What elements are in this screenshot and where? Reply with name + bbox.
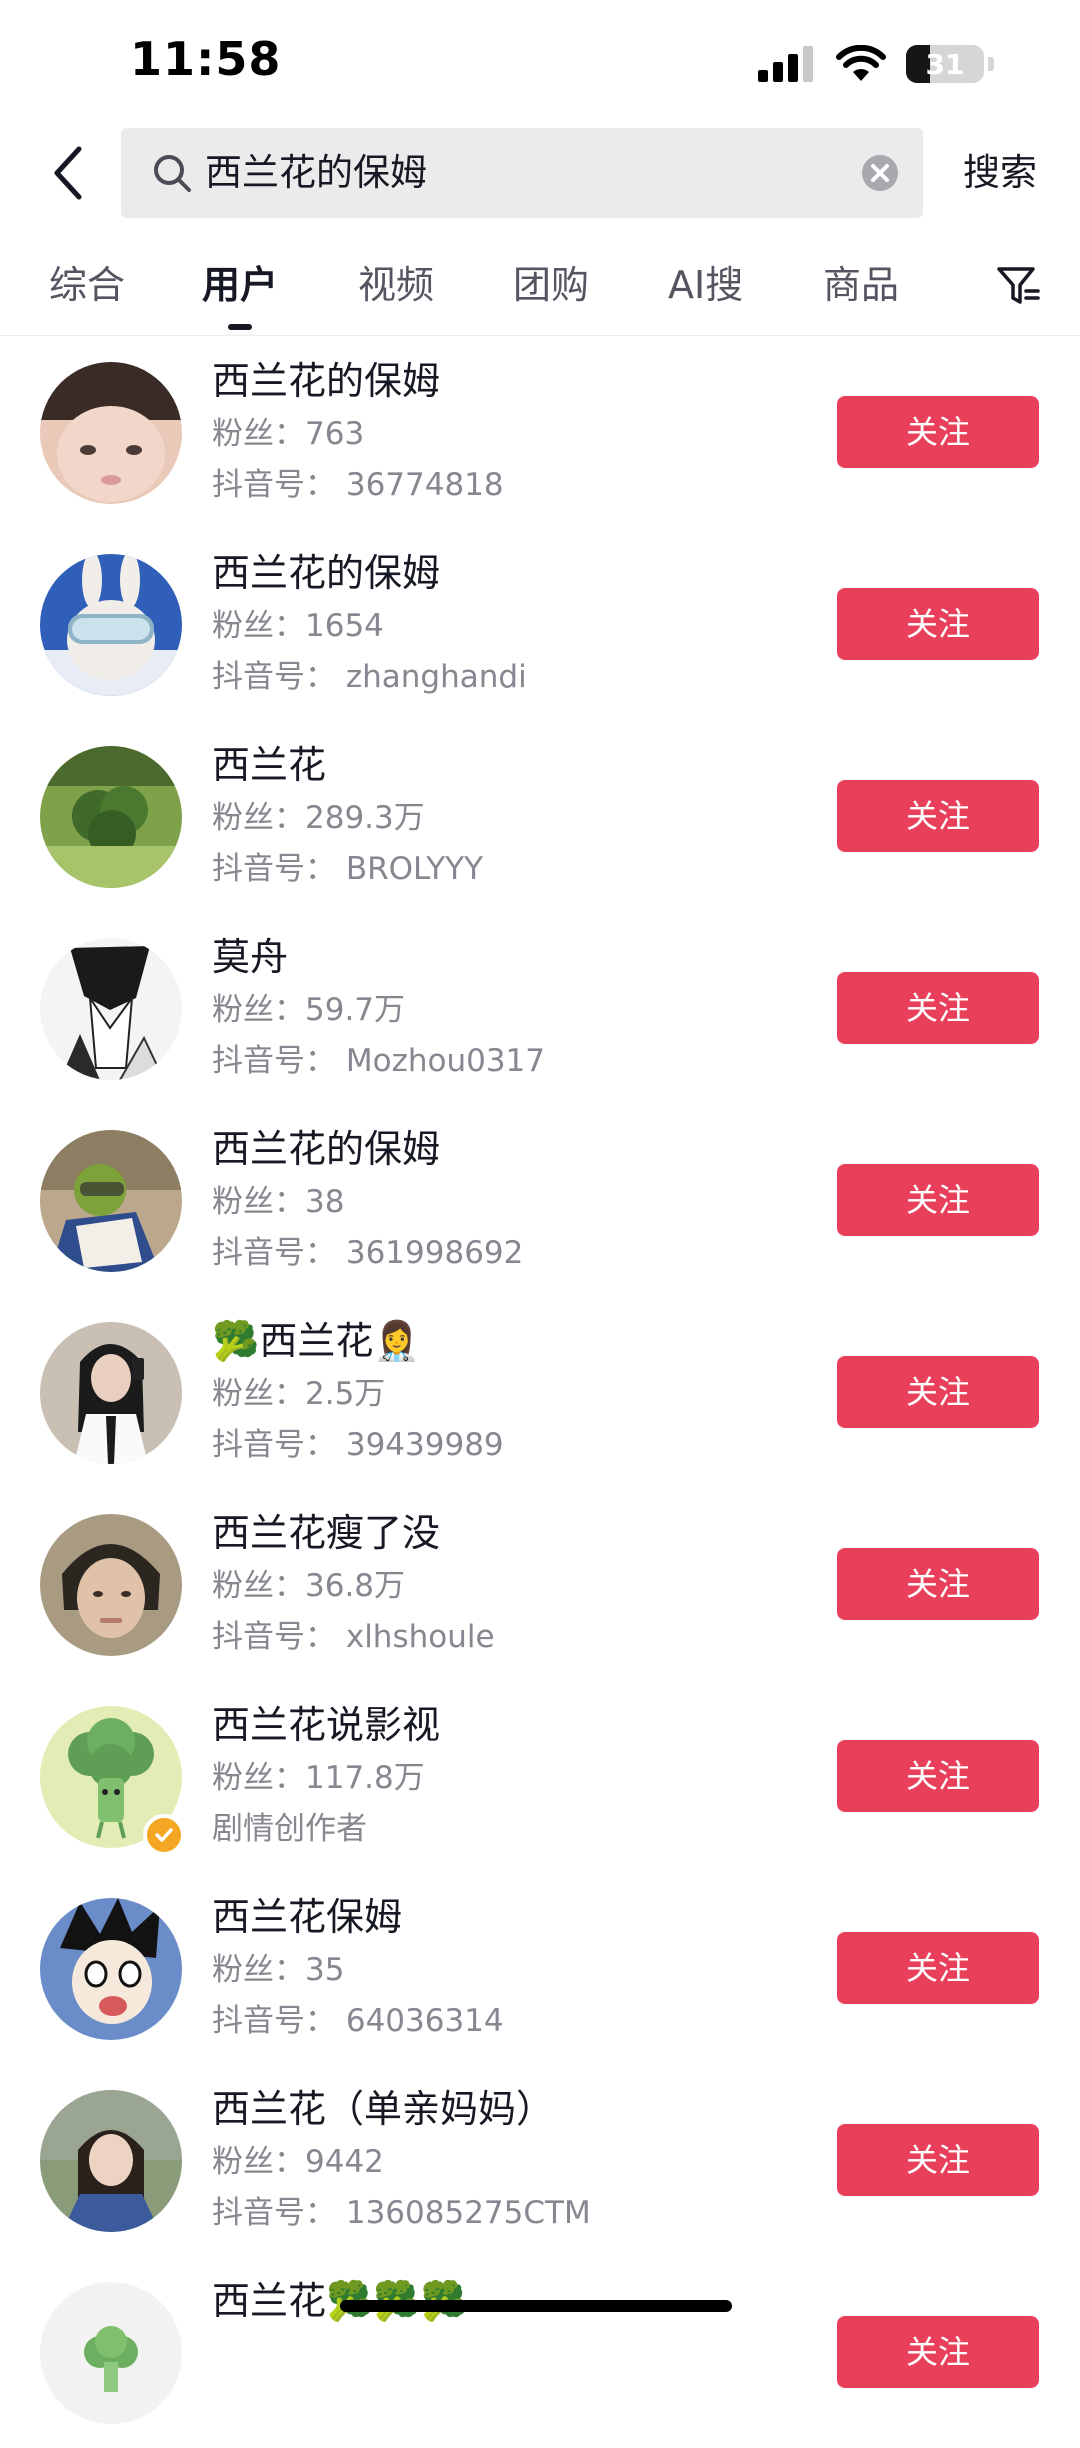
user-row[interactable]: 西兰花的保姆 粉丝：763 抖音号： 36774818 关注 [0,336,1080,528]
user-avatar[interactable] [40,1322,182,1464]
tab-comprehensive[interactable]: 综合 [49,240,125,330]
follow-button[interactable]: 关注 [837,1740,1039,1812]
user-name: 🥦西兰花👩‍⚕️ [212,1319,421,1363]
user-avatar[interactable] [40,2090,182,2232]
user-fans: 粉丝：1654 [212,608,384,644]
tab-videos[interactable]: 视频 [358,240,434,330]
tab-users[interactable]: 用户 [202,240,278,330]
wifi-icon [836,45,886,81]
user-avatar[interactable] [40,1130,182,1272]
status-icons: 31 [758,42,994,86]
follow-button[interactable]: 关注 [837,2124,1039,2196]
follow-button[interactable]: 关注 [837,1548,1039,1620]
search-bar-row: 西兰花的保姆 搜索 [0,126,1080,220]
battery-icon: 31 [906,45,984,83]
back-arrow-icon [54,146,82,200]
user-douyin-id: 抖音号： 361998692 [212,1235,524,1271]
active-tab-indicator [228,324,252,330]
user-avatar[interactable] [40,362,182,504]
user-row[interactable]: 🥦西兰花👩‍⚕️ 粉丝：2.5万 抖音号： 39439989 关注 [0,1296,1080,1488]
user-avatar[interactable] [40,938,182,1080]
user-name: 西兰花（单亲妈妈） [212,2087,555,2131]
user-name: 西兰花的保姆 [212,551,441,595]
user-douyin-id: 抖音号： 64036314 [212,2003,504,2039]
user-avatar[interactable] [40,1898,182,2040]
battery-level: 31 [925,47,965,81]
user-douyin-id: 抖音号： 136085275CTM [212,2195,591,2231]
tab-products[interactable]: 商品 [823,240,899,330]
search-query-text: 西兰花的保姆 [205,151,427,194]
user-fans: 粉丝：763 [212,416,365,452]
follow-button[interactable]: 关注 [837,780,1039,852]
clear-icon[interactable] [861,154,899,192]
user-fans: 粉丝：2.5万 [212,1376,386,1412]
user-creator-tag: 剧情创作者 [212,1811,367,1847]
user-avatar[interactable] [40,554,182,696]
user-fans: 粉丝：35 [212,1952,345,1988]
follow-button[interactable]: 关注 [837,2316,1039,2388]
user-douyin-id: 抖音号： 39439989 [212,1427,504,1463]
user-row[interactable]: 西兰花 粉丝：289.3万 抖音号： BROLYYY 关注 [0,720,1080,912]
user-name: 西兰花瘦了没 [212,1511,441,1555]
search-button[interactable]: 搜索 [963,126,1037,220]
user-douyin-id: 抖音号： BROLYYY [212,851,484,887]
search-input[interactable]: 西兰花的保姆 [121,128,923,218]
user-row[interactable]: 西兰花🥦🥦🥦 关注 [0,2256,1080,2448]
user-fans: 粉丝：289.3万 [212,800,425,836]
user-fans: 粉丝：38 [212,1184,345,1220]
user-row[interactable]: 莫舟 粉丝：59.7万 抖音号： Mozhou0317 关注 [0,912,1080,1104]
user-fans: 粉丝：117.8万 [212,1760,425,1796]
user-avatar[interactable] [40,1514,182,1656]
user-douyin-id: 抖音号： xlhshoule [212,1619,495,1655]
tab-ai-search[interactable]: AI搜 [668,240,743,330]
user-name: 西兰花 [212,743,327,787]
follow-button[interactable]: 关注 [837,588,1039,660]
user-row[interactable]: 西兰花瘦了没 粉丝：36.8万 抖音号： xlhshoule 关注 [0,1488,1080,1680]
user-fans: 粉丝：9442 [212,2144,384,2180]
user-name: 莫舟 [212,935,289,979]
follow-button[interactable]: 关注 [837,972,1039,1044]
battery-cap [988,57,994,71]
filter-icon[interactable] [996,264,1040,308]
user-fans: 粉丝：36.8万 [212,1568,406,1604]
user-avatar[interactable] [40,2282,182,2424]
user-avatar[interactable] [40,746,182,888]
follow-button[interactable]: 关注 [837,1932,1039,2004]
follow-button[interactable]: 关注 [837,396,1039,468]
back-button[interactable] [40,144,98,202]
user-name: 西兰花保姆 [212,1895,403,1939]
follow-button[interactable]: 关注 [837,1164,1039,1236]
search-icon [154,155,191,192]
user-fans: 粉丝：59.7万 [212,992,406,1028]
follow-button[interactable]: 关注 [837,1356,1039,1428]
user-douyin-id: 抖音号： Mozhou0317 [212,1043,545,1079]
verified-badge-icon [143,1814,185,1856]
home-indicator [340,2300,732,2312]
user-name: 西兰花说影视 [212,1703,441,1747]
status-bar: 11:58 31 [0,0,1080,120]
user-name: 西兰花的保姆 [212,359,441,403]
user-row[interactable]: 西兰花的保姆 粉丝：1654 抖音号： zhanghandi 关注 [0,528,1080,720]
user-row[interactable]: 西兰花的保姆 粉丝：38 抖音号： 361998692 关注 [0,1104,1080,1296]
user-douyin-id: 抖音号： zhanghandi [212,659,527,695]
user-row[interactable]: 西兰花（单亲妈妈） 粉丝：9442 抖音号： 136085275CTM 关注 [0,2064,1080,2256]
cellular-signal-icon [758,46,813,82]
status-time: 11:58 [130,32,282,86]
user-douyin-id: 抖音号： 36774818 [212,467,504,503]
user-name: 西兰花的保姆 [212,1127,441,1171]
category-tabs: 综合 用户 视频 团购 AI搜 商品 [0,240,1080,336]
user-row[interactable]: 西兰花说影视 粉丝：117.8万 剧情创作者 关注 [0,1680,1080,1872]
user-row[interactable]: 西兰花保姆 粉丝：35 抖音号： 64036314 关注 [0,1872,1080,2064]
tab-group-buy[interactable]: 团购 [513,240,589,330]
